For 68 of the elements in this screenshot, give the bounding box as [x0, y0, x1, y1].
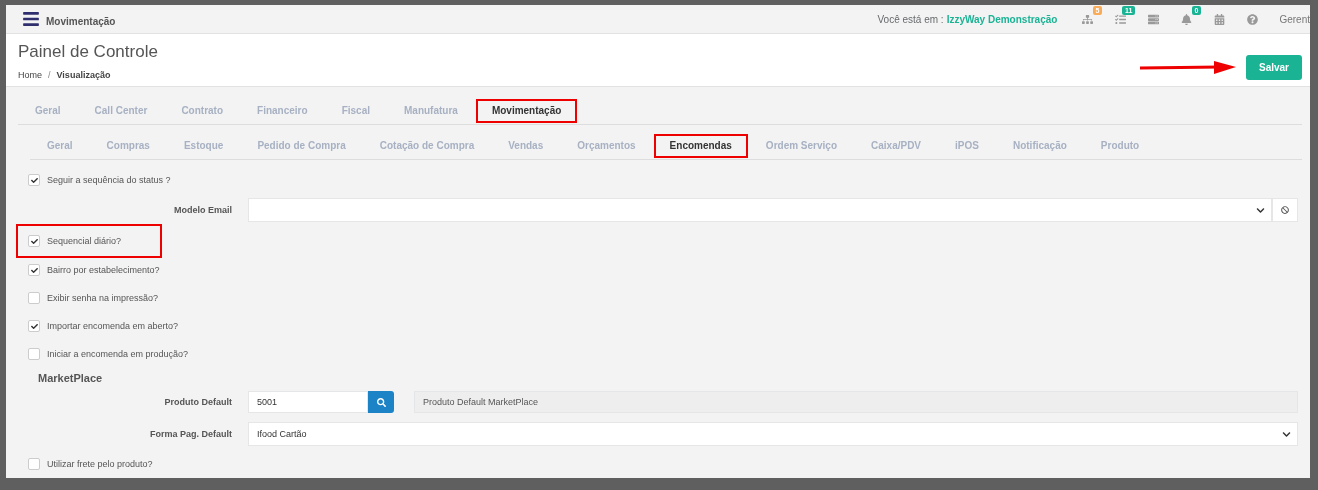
checkbox[interactable] — [28, 348, 40, 360]
breadcrumb-link[interactable]: Visualização — [56, 70, 111, 80]
tab[interactable]: Fiscal — [324, 98, 387, 124]
checkbox[interactable] — [28, 458, 40, 470]
page-title: Painel de Controle — [18, 42, 158, 62]
server-icon[interactable] — [1148, 13, 1160, 25]
tab[interactable]: Estoque — [166, 133, 241, 159]
header-title: Movimentação — [46, 15, 116, 27]
menu-icon[interactable] — [22, 10, 40, 28]
section-title: MarketPlace — [37, 371, 104, 386]
help-icon[interactable] — [1247, 13, 1259, 25]
tab[interactable]: Vendas — [491, 133, 561, 159]
check-icon — [30, 237, 38, 245]
tab[interactable]: Orçamentos — [560, 133, 653, 159]
checkbox[interactable] — [28, 320, 40, 332]
checkbox-label: Seguir a sequência do status ? — [47, 175, 171, 185]
tab[interactable]: Ordem Serviço — [748, 133, 854, 159]
tab[interactable]: Notificação — [995, 133, 1084, 159]
select-field[interactable]: Ifood Cartão — [248, 422, 1298, 446]
tab[interactable]: Contrato — [164, 98, 241, 124]
field-label: Produto Default — [163, 397, 232, 407]
tab[interactable]: iPOS — [938, 133, 996, 159]
check-icon — [30, 176, 38, 184]
tab[interactable]: Cotação de Compra — [362, 133, 492, 159]
search-button[interactable] — [368, 391, 394, 413]
tab[interactable]: Pedido de Compra — [240, 133, 363, 159]
user-name[interactable]: Gerent — [1279, 13, 1310, 25]
checkbox[interactable] — [28, 264, 40, 276]
company-name[interactable]: IzzyWay Demonstração — [946, 13, 1058, 25]
chevron-icon — [1282, 429, 1291, 439]
tab[interactable]: Financeiro — [240, 98, 325, 124]
product-description-field[interactable]: Produto Default MarketPlace — [414, 391, 1298, 413]
product-code-field[interactable]: 5001 — [248, 391, 368, 413]
save-button[interactable]: Salvar — [1245, 55, 1302, 80]
checkbox-label: Iniciar a encomenda em produção? — [47, 349, 189, 359]
sitemap-icon[interactable] — [1082, 13, 1094, 25]
ban-icon — [1281, 206, 1289, 214]
checkbox[interactable] — [28, 174, 40, 186]
tab[interactable]: Manufatura — [387, 98, 475, 124]
checkbox-label: Sequencial diário? — [47, 236, 122, 246]
tasks-icon[interactable] — [1115, 13, 1127, 25]
checkbox-label: Utilizar frete pelo produto? — [47, 459, 153, 469]
field-label: Forma Pag. Default — [149, 429, 232, 439]
tab[interactable]: Geral — [18, 98, 78, 124]
tab[interactable]: Call Center — [77, 98, 165, 124]
tab[interactable]: Movimentação — [474, 98, 579, 124]
tab[interactable]: Compras — [89, 133, 167, 159]
tab[interactable]: Produto — [1083, 133, 1157, 159]
breadcrumb-separator: / — [48, 70, 51, 80]
clear-button[interactable] — [1272, 198, 1298, 222]
check-icon — [30, 266, 38, 274]
checkbox[interactable] — [28, 292, 40, 304]
tab[interactable]: Caixa/PDV — [854, 133, 939, 159]
checkbox[interactable] — [28, 235, 40, 247]
checkbox-label: Exibir senha na impressão? — [47, 293, 159, 303]
breadcrumb-link[interactable]: Home — [18, 70, 42, 80]
search-icon — [376, 397, 386, 407]
chevron-icon — [1256, 205, 1265, 215]
select-field[interactable] — [248, 198, 1272, 222]
check-icon — [30, 322, 38, 330]
checkbox-label: Bairro por estabelecimento? — [47, 265, 160, 275]
field-label: Modelo Email — [173, 205, 232, 215]
tab[interactable]: Geral — [30, 133, 90, 159]
tab[interactable]: Encomendas — [652, 133, 749, 159]
location-label: Você está em : — [877, 13, 944, 25]
bell-icon[interactable] — [1181, 13, 1193, 25]
checkbox-label: Importar encomenda em aberto? — [47, 321, 179, 331]
calendar-icon[interactable] — [1214, 13, 1226, 25]
